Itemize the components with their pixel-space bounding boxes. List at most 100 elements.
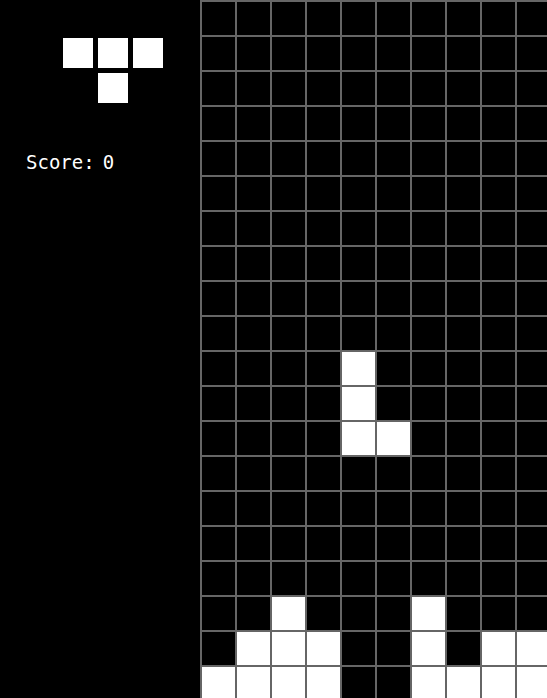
board-cell	[482, 177, 515, 210]
board-cell	[377, 457, 410, 490]
board-cell	[272, 177, 305, 210]
board-cell	[237, 177, 270, 210]
board-cell	[237, 317, 270, 350]
score-label: Score:	[26, 150, 95, 174]
board-cell	[412, 527, 445, 560]
board-cell	[202, 247, 235, 280]
preview-cell	[133, 38, 163, 68]
board-cell	[482, 282, 515, 315]
board-cell	[447, 37, 480, 70]
board-cell	[412, 387, 445, 420]
board-cell	[237, 667, 270, 698]
board-cell	[342, 142, 375, 175]
board-cell	[412, 177, 445, 210]
board-cell	[412, 597, 445, 630]
board-cell	[517, 422, 547, 455]
board-cell	[272, 212, 305, 245]
board-cell	[412, 422, 445, 455]
board-cell	[447, 667, 480, 698]
board-cell	[307, 317, 340, 350]
board[interactable]	[200, 0, 547, 698]
board-cell	[202, 177, 235, 210]
board-cell	[482, 492, 515, 525]
board-cell	[237, 212, 270, 245]
board-cell	[342, 527, 375, 560]
board-cell	[307, 387, 340, 420]
board-cell	[237, 527, 270, 560]
board-cell	[202, 632, 235, 665]
board-cell	[237, 562, 270, 595]
board-cell	[342, 317, 375, 350]
board-cell	[447, 422, 480, 455]
board-cell	[307, 352, 340, 385]
board-cell	[517, 457, 547, 490]
board-cell	[202, 667, 235, 698]
board-cell	[202, 597, 235, 630]
board-cell	[412, 457, 445, 490]
board-cell	[307, 37, 340, 70]
board-cell	[202, 142, 235, 175]
board-cell	[237, 2, 270, 35]
board-cell	[272, 72, 305, 105]
board-cell	[202, 2, 235, 35]
board-cell	[447, 107, 480, 140]
board-cell	[272, 247, 305, 280]
board-cell	[237, 457, 270, 490]
board-cell	[342, 632, 375, 665]
board-cell	[202, 562, 235, 595]
board-cell	[307, 422, 340, 455]
board-cell	[447, 352, 480, 385]
board-cell	[377, 562, 410, 595]
board-cell	[307, 247, 340, 280]
board-cell	[272, 527, 305, 560]
board-cell	[412, 72, 445, 105]
board-cell	[202, 212, 235, 245]
board-cell	[482, 72, 515, 105]
board-cell	[237, 72, 270, 105]
board-cell	[517, 177, 547, 210]
board-cell	[482, 142, 515, 175]
board-cell	[307, 457, 340, 490]
board-cell	[377, 632, 410, 665]
board-area	[200, 0, 547, 698]
board-cell	[412, 562, 445, 595]
board-cell	[272, 562, 305, 595]
board-cell	[272, 282, 305, 315]
board-cell	[517, 632, 547, 665]
board-cell	[517, 212, 547, 245]
board-cell	[412, 492, 445, 525]
board-cell	[342, 387, 375, 420]
board-cell	[482, 2, 515, 35]
board-cell	[307, 562, 340, 595]
board-cell	[307, 527, 340, 560]
score: Score: 0	[26, 150, 200, 174]
board-cell	[517, 2, 547, 35]
board-cell	[272, 597, 305, 630]
board-cell	[482, 422, 515, 455]
board-cell	[377, 597, 410, 630]
board-cell	[272, 317, 305, 350]
board-cell	[447, 247, 480, 280]
board-cell	[377, 422, 410, 455]
board-cell	[377, 352, 410, 385]
board-cell	[272, 457, 305, 490]
board-cell	[482, 107, 515, 140]
preview-cell	[133, 73, 163, 103]
board-cell	[412, 247, 445, 280]
board-cell	[202, 527, 235, 560]
board-cell	[342, 2, 375, 35]
board-cell	[412, 142, 445, 175]
board-cell	[482, 457, 515, 490]
board-cell	[307, 212, 340, 245]
board-cell	[482, 387, 515, 420]
board-cell	[307, 107, 340, 140]
board-cell	[202, 282, 235, 315]
board-cell	[517, 527, 547, 560]
board-cell	[342, 37, 375, 70]
board-cell	[307, 177, 340, 210]
board-cell	[202, 422, 235, 455]
board-cell	[307, 632, 340, 665]
board-cell	[342, 72, 375, 105]
board-cell	[272, 492, 305, 525]
board-cell	[237, 632, 270, 665]
